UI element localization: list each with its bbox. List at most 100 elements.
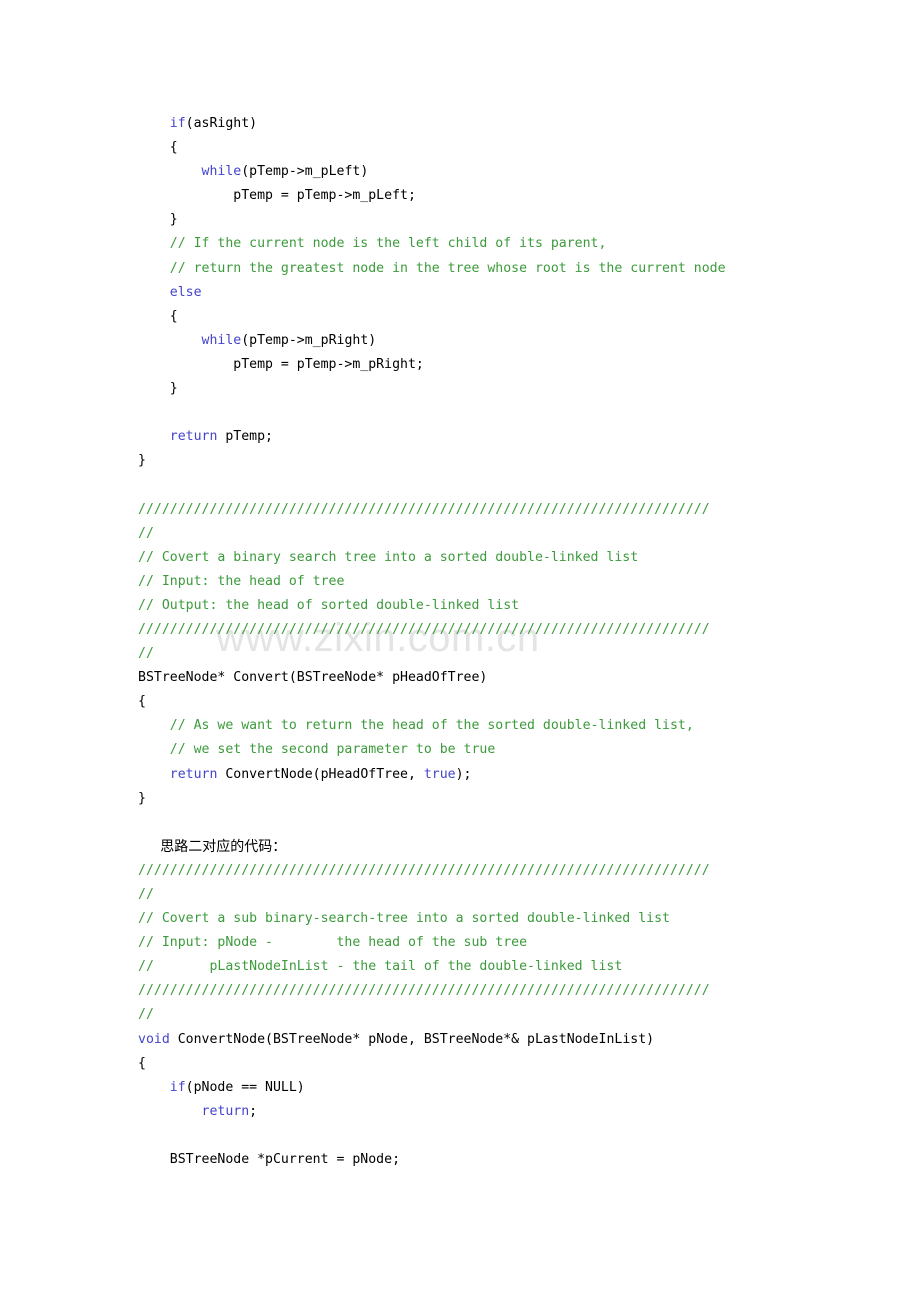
code-token-cm: // bbox=[138, 646, 154, 662]
code-line: BSTreeNode *pCurrent = pNode; bbox=[138, 1148, 726, 1172]
code-token-pl: ConvertNode(BSTreeNode* pNode, BSTreeNod… bbox=[169, 1031, 655, 1047]
code-token-cm: ////////////////////////////////////////… bbox=[138, 862, 710, 878]
code-token-cm: // Covert a sub binary-search-tree into … bbox=[138, 911, 670, 927]
code-token-pl: pTemp; bbox=[217, 429, 273, 445]
code-line: BSTreeNode* Convert(BSTreeNode* pHeadOfT… bbox=[138, 666, 726, 690]
code-line: { bbox=[138, 690, 726, 714]
code-line: // bbox=[138, 883, 726, 907]
code-line: ////////////////////////////////////////… bbox=[138, 979, 726, 1003]
code-token-pl: { bbox=[138, 140, 178, 156]
code-block: if(asRight) { while(pTemp->m_pLeft) pTem… bbox=[138, 112, 726, 1172]
code-line: { bbox=[138, 305, 726, 329]
code-token-kw: void bbox=[138, 1031, 170, 1047]
code-token-kw: while bbox=[201, 164, 242, 180]
code-token-pl: pTemp = pTemp->m_pRight; bbox=[138, 356, 424, 372]
code-line: { bbox=[138, 136, 726, 160]
code-token-cm: // pLastNodeInList - the tail of the dou… bbox=[138, 959, 623, 975]
code-token-cm: // bbox=[138, 887, 154, 902]
code-token-pl: } bbox=[138, 212, 178, 228]
code-token-cm: // Output: the head of sorted double-lin… bbox=[138, 597, 520, 613]
code-line: // Covert a binary search tree into a so… bbox=[138, 546, 726, 570]
code-token-pl: (pNode == NULL) bbox=[185, 1079, 305, 1095]
code-token-pl: } bbox=[138, 381, 178, 397]
code-token-pl: (pTemp->m_pLeft) bbox=[241, 164, 369, 180]
code-token-cm: // If the current node is the left child… bbox=[138, 236, 607, 252]
code-token-kw: else bbox=[169, 284, 202, 300]
code-line: while(pTemp->m_pLeft) bbox=[138, 160, 726, 184]
code-token-cm: ////////////////////////////////////////… bbox=[138, 983, 710, 999]
code-token-pl: { bbox=[138, 308, 178, 324]
code-token-pl: } bbox=[138, 453, 146, 469]
code-token-pl: (pTemp->m_pRight) bbox=[241, 332, 377, 348]
code-line: // bbox=[138, 642, 726, 666]
code-line: } bbox=[138, 208, 726, 232]
code-line: ////////////////////////////////////////… bbox=[138, 859, 726, 883]
code-token-kw: return bbox=[169, 429, 218, 445]
code-line: // Covert a sub binary-search-tree into … bbox=[138, 907, 726, 931]
code-line: 思路二对应的代码： bbox=[138, 835, 726, 859]
code-token-kw: if bbox=[169, 1079, 186, 1095]
code-line: { bbox=[138, 1052, 726, 1076]
code-line: pTemp = pTemp->m_pRight; bbox=[138, 353, 726, 377]
code-token-pl: BSTreeNode* Convert(BSTreeNode* pHeadOfT… bbox=[138, 670, 488, 686]
code-line: // Input: the head of tree bbox=[138, 570, 726, 594]
code-line: // Output: the head of sorted double-lin… bbox=[138, 594, 726, 618]
code-token-cm: // Input: the head of tree bbox=[138, 573, 345, 589]
code-token-cm: // we set the second parameter to be tru… bbox=[138, 742, 496, 758]
code-line: ////////////////////////////////////////… bbox=[138, 498, 726, 522]
code-line: // Input: pNode - the head of the sub tr… bbox=[138, 931, 726, 955]
code-line: return; bbox=[138, 1100, 726, 1124]
code-token-kw: true bbox=[423, 766, 456, 782]
code-token-cm: // As we want to return the head of the … bbox=[138, 718, 694, 734]
code-line: while(pTemp->m_pRight) bbox=[138, 329, 726, 353]
code-line: } bbox=[138, 377, 726, 401]
code-line: // As we want to return the head of the … bbox=[138, 714, 726, 738]
code-line: return pTemp; bbox=[138, 425, 726, 449]
code-line: else bbox=[138, 281, 726, 305]
code-token-pl: pTemp = pTemp->m_pLeft; bbox=[138, 188, 416, 204]
code-line: ////////////////////////////////////////… bbox=[138, 618, 726, 642]
code-token-cm: // return the greatest node in the tree … bbox=[138, 260, 726, 276]
code-token-pl: { bbox=[138, 694, 146, 710]
code-token-pl: ConvertNode(pHeadOfTree, bbox=[217, 766, 424, 782]
code-token-cm: // Input: pNode - the head of the sub tr… bbox=[138, 935, 528, 951]
code-line: void ConvertNode(BSTreeNode* pNode, BSTr… bbox=[138, 1028, 726, 1052]
code-token-pl: BSTreeNode *pCurrent = pNode; bbox=[138, 1152, 401, 1168]
code-line: if(pNode == NULL) bbox=[138, 1076, 726, 1100]
code-token-kw: while bbox=[201, 332, 242, 348]
code-token-kw: return bbox=[169, 766, 218, 782]
code-token-pl: (asRight) bbox=[185, 116, 258, 131]
code-line: return ConvertNode(pHeadOfTree, true); bbox=[138, 763, 726, 787]
code-line: // bbox=[138, 1003, 726, 1027]
code-token-cjk: 思路二对应的代码： bbox=[138, 838, 287, 855]
code-token-pl: ; bbox=[249, 1103, 258, 1119]
code-token-cm: ////////////////////////////////////////… bbox=[138, 501, 710, 517]
document-page: www.zixin.com.cn if(asRight) { while(pTe… bbox=[0, 0, 920, 1302]
code-line: pTemp = pTemp->m_pLeft; bbox=[138, 184, 726, 208]
code-token-cm: // bbox=[138, 1007, 154, 1023]
code-line: // we set the second parameter to be tru… bbox=[138, 738, 726, 762]
code-line: // pLastNodeInList - the tail of the dou… bbox=[138, 955, 726, 979]
code-line: } bbox=[138, 787, 726, 811]
code-token-pl: } bbox=[138, 790, 146, 806]
code-token-kw: if bbox=[169, 116, 186, 131]
code-token-cm: // bbox=[138, 525, 154, 541]
code-token-cm: ////////////////////////////////////////… bbox=[138, 621, 710, 637]
code-line: // bbox=[138, 522, 726, 546]
code-token-pl: { bbox=[138, 1055, 146, 1071]
code-line: if(asRight) bbox=[138, 112, 726, 136]
code-line: // return the greatest node in the tree … bbox=[138, 257, 726, 281]
code-token-kw: return bbox=[201, 1103, 250, 1119]
code-token-cm: // Covert a binary search tree into a so… bbox=[138, 549, 639, 565]
